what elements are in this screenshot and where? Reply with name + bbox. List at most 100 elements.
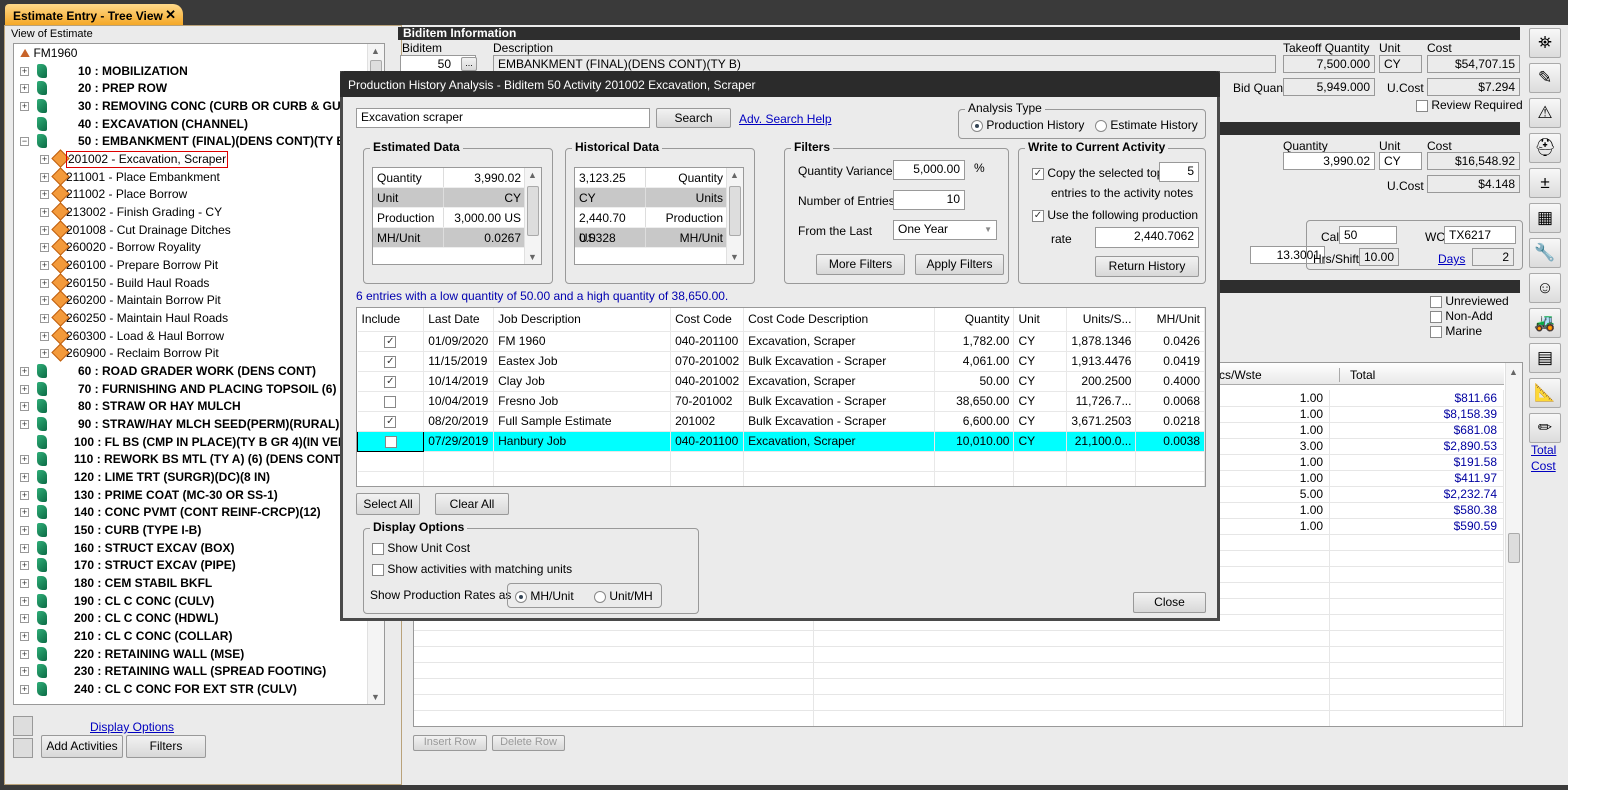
tree-root[interactable]: ⛰ FM1960 [20, 44, 77, 62]
expand-toggle-icon[interactable]: + [40, 190, 49, 200]
apply-filters-button[interactable]: Apply Filters [915, 254, 1004, 275]
filters-button[interactable]: Filters [126, 735, 206, 758]
expand-toggle-icon[interactable]: + [20, 420, 29, 430]
expand-toggle-icon[interactable]: + [20, 367, 29, 377]
copy-top-count-field[interactable]: 5 [1159, 162, 1199, 182]
column-header[interactable]: Unit [1013, 308, 1068, 332]
adv-search-help-link[interactable]: Adv. Search Help [739, 112, 832, 126]
expand-toggle-icon[interactable]: + [20, 384, 29, 394]
biditem-browse-button[interactable]: ... [461, 57, 477, 71]
history-row[interactable]: ✓ 08/20/2019 Full Sample Estimate 201002 Bul… [357, 411, 1205, 432]
hierarchy-view-icon[interactable] [13, 738, 33, 758]
close-button[interactable]: Close [1133, 592, 1206, 613]
estimate-history-radio[interactable]: Estimate History [1095, 118, 1198, 132]
rate-field[interactable]: 2,440.7062 [1095, 227, 1199, 248]
include-checkbox[interactable]: ✓ [384, 375, 397, 388]
column-header[interactable]: Job Description [493, 308, 672, 332]
close-tab-icon[interactable]: ✕ [165, 7, 176, 23]
pencil-icon[interactable]: ✎ [1529, 63, 1561, 93]
expand-toggle-icon[interactable]: + [40, 243, 49, 253]
number-of-entries-field[interactable]: 10 [893, 190, 965, 210]
unit-mh-radio[interactable]: Unit/MH [594, 589, 653, 603]
include-checkbox[interactable]: ✓ [384, 335, 397, 348]
search-input[interactable]: Excavation scraper [356, 108, 650, 128]
expand-toggle-icon[interactable]: + [20, 526, 29, 536]
expand-toggle-icon[interactable]: + [40, 155, 49, 165]
expand-toggle-icon[interactable]: + [20, 667, 29, 677]
tree-view-toggle-icon[interactable] [13, 716, 33, 736]
expand-toggle-icon[interactable]: + [20, 614, 29, 624]
expand-toggle-icon[interactable]: + [20, 685, 29, 695]
expand-toggle-icon[interactable]: + [40, 278, 49, 288]
clear-all-button[interactable]: Clear All [435, 493, 509, 515]
include-checkbox[interactable] [384, 435, 397, 448]
worker-equipment-icon[interactable]: ⛑ [1529, 133, 1561, 163]
history-table[interactable]: Include Last Date Job Description Cost Code… [356, 307, 1206, 487]
column-header[interactable]: Units/S... [1066, 308, 1137, 332]
mh-unit-radio[interactable]: MH/Unit [515, 589, 574, 603]
history-row[interactable]: ✓ 10/14/2019 Clay Job 040-201002 Excavation,… [357, 371, 1205, 392]
expand-toggle-icon[interactable]: + [40, 261, 49, 271]
activity-quantity-field[interactable]: 3,990.02 [1283, 152, 1375, 170]
wc-field[interactable]: TX6217 [1444, 226, 1516, 244]
total-cost-link-2[interactable]: Cost [1531, 459, 1556, 473]
total-cost-link[interactable]: Total [1531, 443, 1556, 457]
copy-top-checkbox[interactable]: ✓ Copy the selected top [1032, 166, 1163, 180]
use-production-checkbox[interactable]: ✓ Use the following production [1032, 208, 1198, 222]
show-matching-units-checkbox[interactable]: Show activities with matching units [372, 562, 572, 576]
expand-toggle-icon[interactable]: + [40, 349, 49, 359]
include-checkbox[interactable]: ✓ [384, 415, 397, 428]
expand-toggle-icon[interactable]: + [20, 84, 29, 94]
unreviewed-checkbox[interactable]: Unreviewed [1430, 294, 1509, 308]
expand-toggle-icon[interactable]: + [40, 172, 49, 182]
select-all-button[interactable]: Select All [356, 493, 420, 515]
more-filters-button[interactable]: More Filters [816, 254, 905, 275]
scrollbar[interactable]: ▲ ▼ [726, 168, 743, 264]
expand-toggle-icon[interactable]: + [20, 579, 29, 589]
quantity-variance-field[interactable]: 5,000.00 [893, 160, 965, 180]
expand-toggle-icon[interactable]: + [20, 455, 29, 465]
roadwork-sign-icon[interactable]: ⚠ [1529, 98, 1561, 128]
column-header[interactable]: Last Date [423, 308, 495, 332]
delete-row-button[interactable]: Delete Row [492, 735, 565, 751]
return-history-button[interactable]: Return History [1095, 256, 1199, 277]
column-header[interactable]: MH/Unit [1135, 308, 1205, 332]
bulldozer-icon[interactable]: 🚜 [1529, 308, 1561, 338]
column-header[interactable]: Cost Code Description [743, 308, 936, 332]
materials-icon[interactable]: ▤ [1529, 343, 1561, 373]
worker-icon[interactable]: ☺ [1529, 273, 1561, 303]
days-link[interactable]: Days [1438, 252, 1465, 266]
add-activities-button[interactable]: Add Activities [41, 735, 123, 758]
estimate-tree[interactable]: ⛰ FM1960 ▲ ▼ +10 : MOBILIZATION +20 : PREP… [13, 43, 385, 705]
tab-estimate-entry-tree-view[interactable]: Estimate Entry - Tree View ✕ [5, 4, 183, 26]
calculator-icon[interactable]: ± [1529, 168, 1561, 198]
cal-field[interactable]: 50 [1339, 226, 1397, 244]
display-options-link[interactable]: Display Options [90, 720, 174, 734]
binoculars-icon[interactable]: ⛯ [1529, 28, 1561, 58]
expand-toggle-icon[interactable]: + [20, 473, 29, 483]
ruler-icon[interactable]: 📐 [1529, 378, 1561, 408]
expand-toggle-icon[interactable]: + [20, 102, 29, 111]
production-history-radio[interactable]: Production History [971, 118, 1084, 132]
expand-toggle-icon[interactable]: + [20, 402, 29, 412]
search-button[interactable]: Search [656, 108, 731, 128]
expand-toggle-icon[interactable]: + [20, 543, 29, 553]
activity-unit-field[interactable]: CY [1379, 152, 1422, 170]
column-header[interactable]: Quantity [934, 308, 1015, 332]
history-row[interactable]: ✓ 01/09/2020 FM 1960 040-201100 Excavation, … [357, 331, 1205, 352]
review-required-checkbox[interactable]: Review Required [1416, 98, 1523, 112]
column-header[interactable]: Cost Code [670, 308, 745, 332]
scrollbar[interactable]: ▲ ▼ [524, 168, 541, 264]
include-checkbox[interactable]: ✓ [384, 355, 397, 368]
expand-toggle-icon[interactable]: + [40, 296, 49, 306]
history-row[interactable]: ✓ 11/15/2019 Eastex Job 070-201002 Bulk Exca… [357, 351, 1205, 372]
expand-toggle-icon[interactable]: + [40, 208, 49, 218]
expand-toggle-icon[interactable]: − [20, 137, 29, 147]
history-row[interactable]: 07/29/2019 Hanbury Job 040-201100 Excavatio… [357, 430, 1205, 452]
non-add-checkbox[interactable]: Non-Add [1430, 309, 1493, 323]
expand-toggle-icon[interactable]: + [20, 66, 29, 76]
history-row[interactable]: 10/04/2019 Fresno Job 70-201002 Bulk Excava… [357, 391, 1205, 412]
wrench-icon[interactable]: 🔧 [1529, 238, 1561, 268]
insert-row-button[interactable]: Insert Row [413, 735, 487, 751]
show-unit-cost-checkbox[interactable]: Show Unit Cost [372, 541, 470, 555]
